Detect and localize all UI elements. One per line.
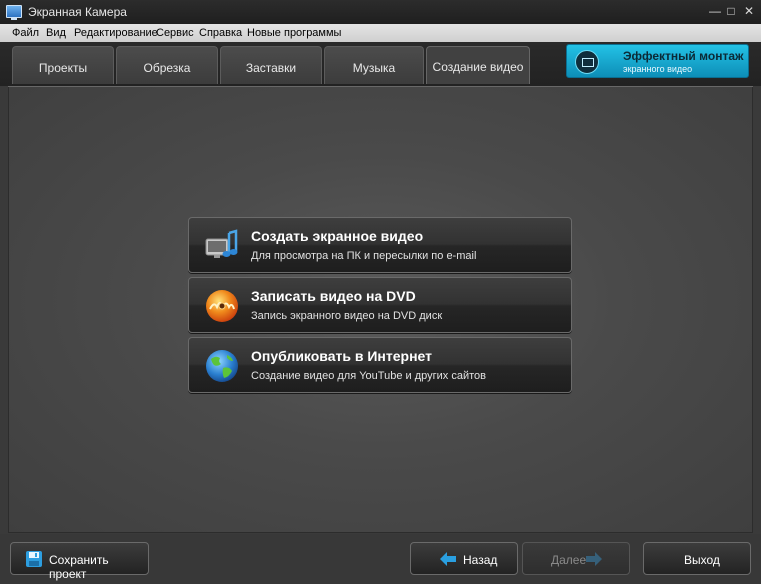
create-screen-video-button[interactable]: Создать экранное видео Для просмотра на … bbox=[188, 217, 572, 273]
clapper-icon bbox=[575, 50, 599, 74]
action-title: Опубликовать в Интернет bbox=[251, 348, 432, 364]
back-label: Назад bbox=[463, 553, 498, 567]
exit-button[interactable]: Выход bbox=[643, 542, 751, 575]
exit-label: Выход bbox=[684, 553, 720, 567]
burn-dvd-button[interactable]: Записать видео на DVD Запись экранного в… bbox=[188, 277, 572, 333]
save-project-label: Сохранить проект bbox=[49, 553, 109, 581]
arrow-right-icon bbox=[586, 552, 602, 566]
promo-effects-button[interactable]: Эффектный монтаж экранного видео bbox=[566, 44, 749, 78]
action-subtitle: Запись экранного видео на DVD диск bbox=[251, 310, 443, 322]
menu-file[interactable]: Файл bbox=[12, 27, 39, 39]
maximize-icon[interactable]: □ bbox=[722, 3, 740, 19]
tab-intros[interactable]: Заставки bbox=[220, 46, 322, 84]
menu-new-programs[interactable]: Новые программы bbox=[247, 27, 341, 39]
monitor-music-icon bbox=[205, 229, 238, 258]
publish-internet-button[interactable]: Опубликовать в Интернет Создание видео д… bbox=[188, 337, 572, 393]
menu-service[interactable]: Сервис bbox=[156, 27, 194, 39]
globe-icon bbox=[206, 350, 238, 382]
menu-help[interactable]: Справка bbox=[199, 27, 242, 39]
back-button[interactable]: Назад bbox=[410, 542, 518, 575]
tab-music[interactable]: Музыка bbox=[324, 46, 424, 84]
window-title: Экранная Камера bbox=[28, 5, 127, 19]
action-subtitle: Для просмотра на ПК и пересылки по e-mai… bbox=[251, 250, 477, 262]
action-subtitle: Создание видео для YouTube и других сайт… bbox=[251, 370, 486, 382]
action-title: Записать видео на DVD bbox=[251, 288, 416, 304]
close-icon[interactable]: ✕ bbox=[740, 3, 758, 19]
menu-view[interactable]: Вид bbox=[46, 27, 66, 39]
tab-projects[interactable]: Проекты bbox=[12, 46, 114, 84]
action-title: Создать экранное видео bbox=[251, 228, 424, 244]
promo-subtitle: экранного видео bbox=[623, 64, 693, 74]
menu-edit[interactable]: Редактирование bbox=[74, 27, 158, 39]
tab-create-video[interactable]: Создание видео bbox=[426, 46, 530, 84]
arrow-left-icon bbox=[440, 552, 456, 566]
next-button[interactable]: Далее bbox=[522, 542, 630, 575]
tab-trim[interactable]: Обрезка bbox=[116, 46, 218, 84]
app-monitor-icon bbox=[6, 5, 22, 20]
save-project-button[interactable]: Сохранить проект bbox=[10, 542, 149, 581]
next-label: Далее bbox=[551, 553, 587, 567]
floppy-disk-icon bbox=[26, 551, 42, 567]
promo-title: Эффектный монтаж bbox=[623, 49, 744, 63]
dvd-disc-icon bbox=[206, 290, 238, 322]
menu-bar: Файл Вид Редактирование Сервис Справка Н… bbox=[0, 24, 761, 43]
title-bar: Экранная Камера — □ ✕ bbox=[0, 0, 761, 24]
